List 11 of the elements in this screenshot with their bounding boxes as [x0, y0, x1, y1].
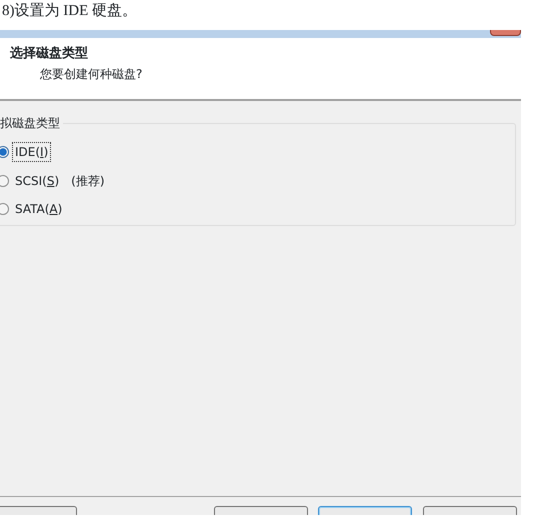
page-subheading: 您要创建何种磁盘? — [39, 66, 144, 83]
caption-text: 8)设置为 IDE 硬盘。 — [1, 2, 138, 21]
recommended-note: (推荐) — [71, 172, 105, 190]
group-label: 拟磁盘类型 — [0, 114, 63, 132]
option-label[interactable]: SATA(A) — [13, 200, 64, 218]
option-label[interactable]: IDE(I) — [13, 143, 50, 162]
radio-button[interactable] — [0, 146, 9, 158]
radio-button[interactable] — [0, 174, 9, 187]
radio-button[interactable] — [0, 203, 9, 216]
option-label[interactable]: SCSI(S) — [13, 172, 62, 190]
page-heading: 选择磁盘类型 — [10, 46, 89, 62]
